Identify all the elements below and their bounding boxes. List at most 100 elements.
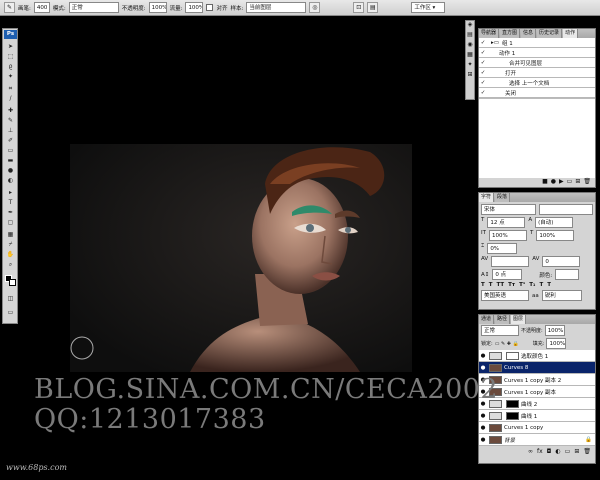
notes-tool-icon[interactable]: ▦: [5, 231, 16, 239]
fx-icon[interactable]: fx: [537, 448, 543, 457]
subscript-button[interactable]: T₁: [529, 282, 535, 288]
font-style-select[interactable]: [538, 204, 593, 215]
type-tool-icon[interactable]: T: [5, 199, 16, 207]
eye-icon[interactable]: ●: [479, 425, 487, 431]
dock-icon-1[interactable]: ◈: [466, 21, 474, 31]
new-set-icon[interactable]: ▭: [567, 178, 573, 187]
background-color-swatch[interactable]: [9, 279, 16, 286]
dock-icon-6[interactable]: ⊞: [466, 71, 474, 81]
text-color-swatch[interactable]: [555, 269, 580, 280]
check-icon[interactable]: ✓: [479, 60, 487, 66]
check-icon[interactable]: ✓: [479, 40, 487, 46]
check-icon[interactable]: ✓: [479, 90, 487, 96]
font-size-select[interactable]: 12 点: [487, 217, 526, 228]
layer-opacity-input[interactable]: 100%: [544, 325, 565, 336]
fill-input[interactable]: 100%: [546, 338, 567, 349]
kerning-select[interactable]: [491, 256, 530, 267]
history-brush-icon[interactable]: ✐: [5, 137, 16, 145]
tab-info[interactable]: 信息: [521, 29, 537, 38]
link-icon[interactable]: ∞: [528, 448, 533, 457]
vertical-scale-input[interactable]: 100%: [488, 230, 527, 241]
tab-character[interactable]: 字符: [479, 193, 495, 202]
lock-icons[interactable]: ▭ ✎ ✚ 🔒: [495, 341, 519, 347]
check-icon[interactable]: ✓: [479, 70, 487, 76]
tab-paragraph[interactable]: 段落: [495, 193, 511, 202]
eye-icon[interactable]: ●: [479, 365, 487, 371]
action-row[interactable]: ✓ 选择 上一个文档: [479, 78, 595, 88]
document-canvas[interactable]: [70, 144, 412, 372]
aligned-checkbox[interactable]: [206, 4, 214, 11]
faux-italic-button[interactable]: T: [489, 282, 493, 288]
marquee-tool-icon[interactable]: ⬚: [5, 53, 16, 61]
layer-row[interactable]: ● 选取颜色 1: [479, 350, 595, 362]
dodge-tool-icon[interactable]: ◐: [5, 177, 16, 185]
dock-icon-5[interactable]: ✦: [466, 61, 474, 71]
new-action-icon[interactable]: ⊞: [575, 178, 580, 187]
brush-tool-icon[interactable]: ✎: [4, 2, 15, 13]
layer-row[interactable]: ● 曲线 1: [479, 410, 595, 422]
check-icon[interactable]: ✓: [479, 80, 487, 86]
quickmask-icon[interactable]: ◫: [5, 295, 16, 303]
dock-icon-4[interactable]: ▦: [466, 51, 474, 61]
blur-tool-icon[interactable]: ●: [5, 167, 16, 175]
path-select-icon[interactable]: ▸: [5, 189, 16, 197]
superscript-button[interactable]: T¹: [519, 282, 525, 288]
eraser-tool-icon[interactable]: ▭: [5, 147, 16, 155]
tracking-select[interactable]: 0: [542, 256, 581, 267]
dock-icon-3[interactable]: ◉: [466, 41, 474, 51]
leading-select[interactable]: (自动): [535, 217, 574, 228]
mask-icon[interactable]: ◘: [547, 448, 552, 457]
play-icon[interactable]: ▶: [559, 178, 564, 187]
layer-row-selected[interactable]: ● Curves 8: [479, 362, 595, 374]
trash-icon[interactable]: 🗑: [583, 448, 591, 457]
layer-row[interactable]: ● Curves 1 copy: [479, 422, 595, 434]
slice-tool-icon[interactable]: /: [5, 95, 16, 103]
move-tool-icon[interactable]: ➤: [5, 43, 16, 51]
tab-layers[interactable]: 图层: [511, 315, 527, 324]
tab-history[interactable]: 历史记录: [537, 29, 563, 38]
wand-tool-icon[interactable]: ✦: [5, 73, 16, 81]
dock-icon-2[interactable]: ▤: [466, 31, 474, 41]
layer-row[interactable]: ● 背景 🔒: [479, 434, 595, 446]
zoom-tool-icon[interactable]: ⌕: [5, 261, 16, 269]
flow-input[interactable]: 100%: [185, 2, 204, 13]
eye-icon[interactable]: ●: [479, 353, 487, 359]
pen-tool-icon[interactable]: ✒: [5, 209, 16, 217]
mode-select[interactable]: 正常: [68, 2, 119, 13]
new-layer-icon[interactable]: ⊞: [574, 448, 579, 457]
sample-select[interactable]: 当前图层: [246, 2, 307, 13]
workspace-menu[interactable]: 工作区 ▾: [411, 2, 446, 13]
eye-icon[interactable]: ●: [479, 437, 487, 443]
adjustment-icon[interactable]: ◐: [555, 448, 560, 457]
healing-tool-icon[interactable]: ✚: [5, 107, 16, 115]
opacity-input[interactable]: 100%: [148, 2, 167, 13]
lasso-tool-icon[interactable]: ϱ: [5, 63, 16, 71]
action-row[interactable]: ✓ 合并可见图层: [479, 58, 595, 68]
stop-icon[interactable]: ■: [542, 178, 548, 187]
tab-actions[interactable]: 动作: [563, 29, 579, 38]
group-icon[interactable]: ▭: [565, 448, 571, 457]
small-caps-button[interactable]: Tт: [508, 282, 515, 288]
tab-channels[interactable]: 通道: [479, 315, 495, 324]
check-icon[interactable]: ✓: [479, 50, 487, 56]
tab-paths[interactable]: 路径: [495, 315, 511, 324]
action-row[interactable]: ✓ ▸▭ 组 1: [479, 38, 595, 48]
brush-size-picker[interactable]: 400: [33, 2, 50, 13]
gradient-tool-icon[interactable]: ▬: [5, 157, 16, 165]
action-row[interactable]: ✓ 动作 1: [479, 48, 595, 58]
stamp-tool-icon[interactable]: ⊥: [5, 127, 16, 135]
pressure-icon[interactable]: ⊡: [353, 2, 365, 13]
eye-icon[interactable]: ●: [479, 413, 487, 419]
antialias-select[interactable]: 锐利: [541, 290, 582, 301]
action-row[interactable]: ✓ 打开: [479, 68, 595, 78]
action-row[interactable]: ✓ 关闭: [479, 88, 595, 98]
font-family-select[interactable]: 宋体: [481, 204, 536, 215]
underline-button[interactable]: T: [539, 282, 543, 288]
brush-tool-icon-2[interactable]: ✎: [5, 117, 16, 125]
strikethrough-button[interactable]: T: [547, 282, 551, 288]
screen-mode-icon[interactable]: ▭: [5, 309, 16, 317]
faux-bold-button[interactable]: T: [481, 282, 485, 288]
shape-tool-icon[interactable]: ▢: [5, 219, 16, 227]
all-caps-button[interactable]: TT: [497, 282, 505, 288]
ignore-adjust-icon[interactable]: ◎: [309, 2, 321, 13]
